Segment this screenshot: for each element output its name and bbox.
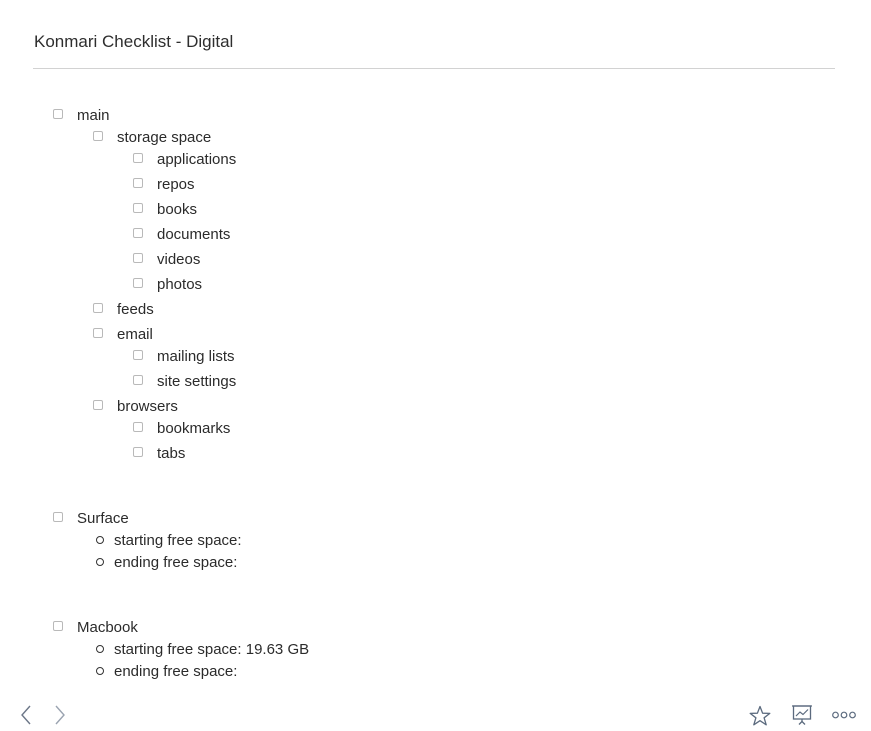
checkbox[interactable] <box>53 621 63 631</box>
checklist-item-surface: Surface <box>53 507 129 529</box>
checklist-item-bookmarks: bookmarks <box>133 417 230 439</box>
checkbox[interactable] <box>133 422 143 432</box>
item-label: Macbook <box>77 618 138 636</box>
item-label: bookmarks <box>157 419 231 437</box>
bullet-item: ending free space: <box>96 551 237 573</box>
checklist-item-photos: photos <box>133 273 202 295</box>
checkbox[interactable] <box>133 447 143 457</box>
item-label: repos <box>157 175 195 193</box>
checklist-item-site-settings: site settings <box>133 370 236 392</box>
bullet-item: starting free space: <box>96 529 242 551</box>
item-label: feeds <box>117 300 154 318</box>
more-icon[interactable] <box>831 703 857 727</box>
item-label: mailing lists <box>157 347 235 365</box>
title-divider <box>33 68 835 69</box>
bullet-icon <box>96 558 104 566</box>
checkbox[interactable] <box>133 253 143 263</box>
checkbox[interactable] <box>133 178 143 188</box>
checklist-item-mailing-lists: mailing lists <box>133 345 235 367</box>
bullet-icon <box>96 667 104 675</box>
checklist-item-browsers: browsers <box>93 395 178 417</box>
item-label: books <box>157 200 198 218</box>
checklist-item-email: email <box>93 323 153 345</box>
checklist-item-main: main <box>53 104 110 126</box>
checklist-item-books: books <box>133 198 197 220</box>
checkbox[interactable] <box>93 303 103 313</box>
page-title: Konmari Checklist - Digital <box>34 32 234 51</box>
checkbox[interactable] <box>93 328 103 338</box>
checklist-item-repos: repos <box>133 173 195 195</box>
checklist-item-macbook: Macbook <box>53 616 138 638</box>
item-label: documents <box>157 225 231 243</box>
item-label: applications <box>157 150 237 168</box>
item-label: Surface <box>77 509 129 527</box>
checkbox[interactable] <box>133 228 143 238</box>
bullet-text: ending free space: <box>114 553 238 571</box>
checkbox[interactable] <box>133 278 143 288</box>
checklist-item-videos: videos <box>133 248 200 270</box>
bullet-text: starting free space: 19.63 GB <box>114 640 310 658</box>
item-label: tabs <box>157 444 186 462</box>
checklist-item-feeds: feeds <box>93 298 154 320</box>
presentation-icon[interactable] <box>789 702 815 728</box>
checkbox[interactable] <box>93 400 103 410</box>
bullet-item: starting free space: 19.63 GB <box>96 638 309 660</box>
star-icon[interactable] <box>747 703 773 729</box>
item-label: browsers <box>117 397 178 415</box>
bullet-icon <box>96 645 104 653</box>
checkbox[interactable] <box>133 203 143 213</box>
checklist-item-applications: applications <box>133 148 236 170</box>
bullet-text: starting free space: <box>114 531 242 549</box>
checkbox[interactable] <box>93 131 103 141</box>
item-label: storage space <box>117 128 212 146</box>
checkbox[interactable] <box>53 109 63 119</box>
checkbox[interactable] <box>53 512 63 522</box>
checklist-item-tabs: tabs <box>133 442 185 464</box>
item-label: videos <box>157 250 201 268</box>
checkbox[interactable] <box>133 153 143 163</box>
item-label: site settings <box>157 372 237 390</box>
back-icon[interactable] <box>16 702 36 728</box>
bullet-icon <box>96 536 104 544</box>
checkbox[interactable] <box>133 350 143 360</box>
bullet-item: ending free space: <box>96 660 237 682</box>
forward-icon[interactable] <box>50 702 70 728</box>
checkbox[interactable] <box>133 375 143 385</box>
bullet-text: ending free space: <box>114 662 238 680</box>
item-label: photos <box>157 275 203 293</box>
item-label: email <box>117 325 153 343</box>
checklist-item-documents: documents <box>133 223 230 245</box>
item-label: main <box>77 106 110 124</box>
checklist-item-storage-space: storage space <box>93 126 211 148</box>
